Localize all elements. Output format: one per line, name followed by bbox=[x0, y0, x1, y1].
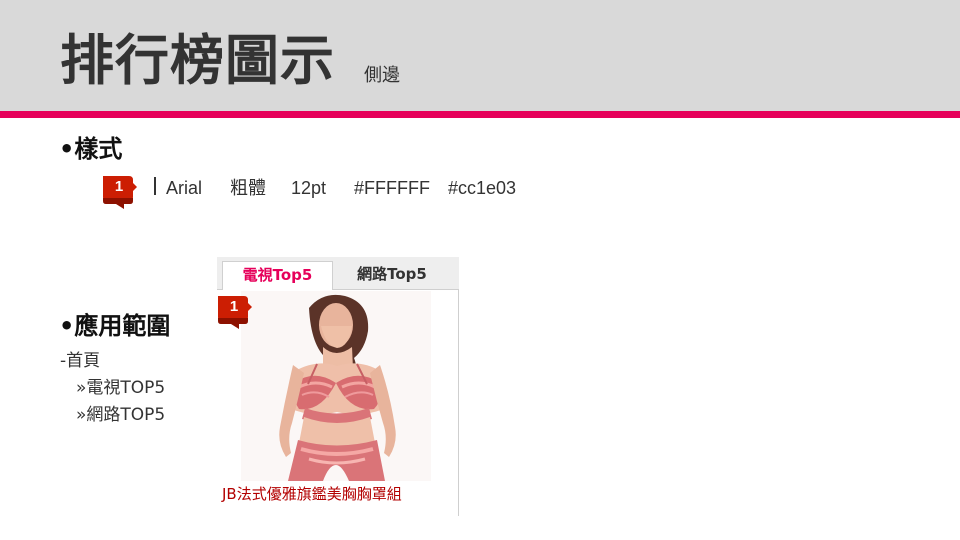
product-name-link[interactable]: JB法式優雅旗鑑美胸胸罩組 bbox=[222, 484, 454, 504]
page-subtitle: 側邊 bbox=[364, 65, 400, 86]
slide: 排行榜圖示 側邊 •樣式 1 Arial 粗體 12pt #FFFFFF #cc… bbox=[0, 0, 960, 540]
rank-number: 1 bbox=[114, 178, 124, 195]
style-divider bbox=[154, 177, 156, 195]
usage-heading: •應用範圍 bbox=[59, 312, 171, 340]
ranking-tabs: 電視Top5 網路Top5 bbox=[217, 257, 459, 290]
product-rank-number: 1 bbox=[229, 298, 239, 315]
weight-spec: 粗體 bbox=[230, 178, 266, 198]
usage-item-tv-top5: »電視TOP5 bbox=[76, 378, 166, 398]
badge-color-spec: #cc1e03 bbox=[448, 178, 517, 198]
product-image[interactable] bbox=[241, 291, 431, 481]
style-spec-row: 1 Arial 粗體 12pt #FFFFFF #cc1e03 bbox=[102, 173, 532, 213]
page-title: 排行榜圖示 bbox=[60, 29, 335, 92]
ranking-preview-panel: 電視Top5 網路Top5 1 JB法式優雅旗鑑美胸胸罩組 bbox=[217, 257, 459, 516]
usage-list: -首頁 »電視TOP5 »網路TOP5 bbox=[60, 348, 220, 429]
panel-border bbox=[458, 290, 459, 516]
text-color-spec: #FFFFFF bbox=[354, 178, 430, 198]
tab-web-top5[interactable]: 網路Top5 bbox=[333, 261, 451, 290]
tab-tv-top5[interactable]: 電視Top5 bbox=[222, 261, 333, 290]
product-rank-badge-icon: 1 bbox=[217, 293, 253, 329]
usage-item-web-top5: »網路TOP5 bbox=[76, 405, 166, 425]
rank-badge-icon: 1 bbox=[102, 173, 138, 209]
product-photo bbox=[241, 291, 431, 481]
font-spec: Arial bbox=[166, 178, 203, 198]
usage-item-home: -首頁 bbox=[60, 351, 101, 371]
style-heading: •樣式 bbox=[59, 135, 123, 163]
accent-bar bbox=[0, 111, 960, 118]
size-spec: 12pt bbox=[291, 178, 327, 198]
